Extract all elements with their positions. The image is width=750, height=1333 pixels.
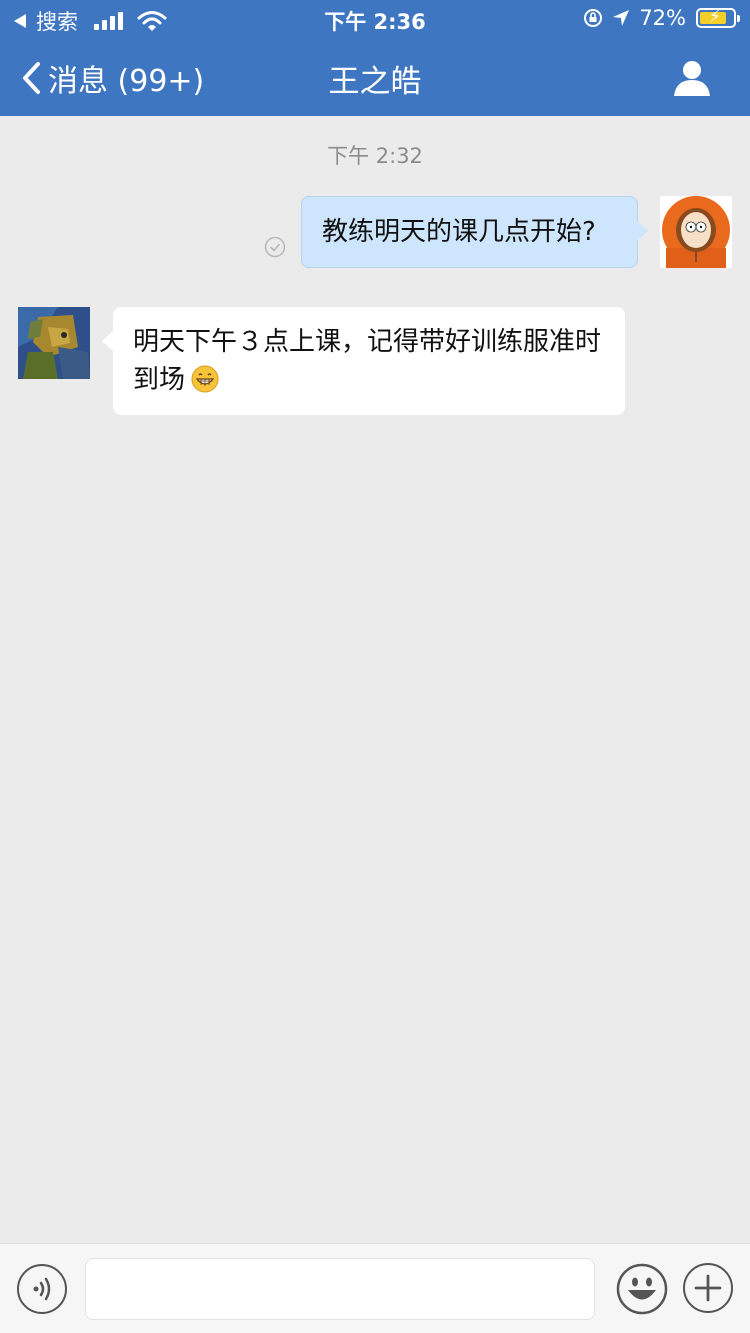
voice-icon	[33, 1277, 51, 1301]
status-bar: 搜索 下午 2:36 72% ⚡	[0, 0, 750, 38]
input-bar	[0, 1243, 750, 1333]
read-check-icon	[264, 236, 286, 258]
my-avatar[interactable]	[660, 196, 732, 268]
message-bubble-outgoing[interactable]: 教练明天的课几点开始?	[301, 196, 648, 268]
nav-bar: 消息 (99+) 王之皓	[0, 38, 750, 116]
back-label: 消息 (99+)	[48, 64, 205, 99]
voice-button[interactable]	[17, 1264, 67, 1314]
message-input[interactable]	[85, 1258, 595, 1320]
grinning-face-emoji-icon	[191, 365, 219, 393]
chevron-left-icon	[23, 62, 40, 94]
rotation-lock-icon	[584, 9, 603, 27]
header: 搜索 下午 2:36 72% ⚡ 消息 (99+) 王之皓	[0, 0, 750, 116]
message-bubble-incoming[interactable]: 明天下午３点上课，记得带好训练服准时到场	[102, 307, 625, 415]
plus-icon	[694, 1274, 722, 1302]
back-button[interactable]: 消息 (99+)	[20, 56, 204, 100]
more-options-button[interactable]	[683, 1263, 733, 1313]
battery-icon: ⚡	[696, 7, 740, 28]
status-right: 72% ⚡	[583, 6, 740, 30]
emoji-button[interactable]	[616, 1263, 668, 1315]
profile-icon[interactable]	[672, 58, 712, 98]
chat-timestamp: 下午 2:32	[327, 144, 423, 168]
location-arrow-icon	[613, 10, 630, 26]
battery-percent: 72%	[639, 6, 686, 30]
contact-avatar[interactable]	[18, 307, 90, 379]
